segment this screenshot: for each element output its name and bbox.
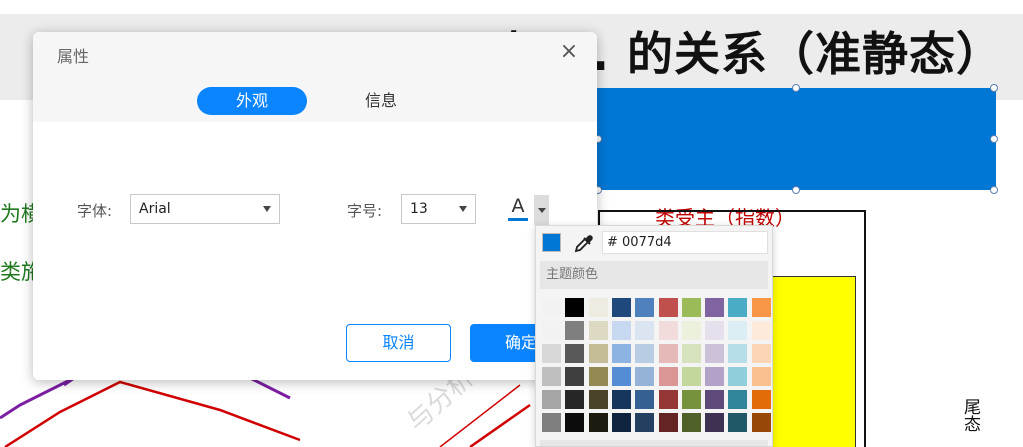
color-swatch[interactable] — [635, 344, 654, 363]
color-swatch[interactable] — [728, 390, 747, 409]
theme-colors-label: 主题颜色 — [540, 261, 768, 289]
close-icon[interactable]: × — [557, 41, 581, 65]
color-swatch[interactable] — [705, 367, 724, 386]
color-swatch[interactable] — [705, 390, 724, 409]
color-swatch[interactable] — [589, 390, 608, 409]
red-curve-right — [469, 403, 531, 447]
chevron-down-icon — [263, 206, 271, 212]
color-swatch[interactable] — [589, 321, 608, 340]
color-swatch[interactable] — [682, 321, 701, 340]
tab-appearance[interactable]: 外观 — [197, 87, 307, 115]
document-canvas: 态 ... 的关系（准静态） 为横 类施 类受主（指数） 尾态 与分析 属性 ×… — [0, 0, 1023, 447]
color-swatch[interactable] — [728, 367, 747, 386]
resize-handle-bottom-right[interactable] — [990, 186, 998, 194]
font-family-value: Arial — [139, 201, 171, 217]
color-swatch[interactable] — [589, 413, 608, 432]
color-swatch[interactable] — [589, 298, 608, 317]
resize-handle-top-right[interactable] — [990, 84, 998, 92]
color-swatch[interactable] — [542, 344, 561, 363]
dialog-header — [33, 32, 597, 122]
color-swatch[interactable] — [682, 367, 701, 386]
color-swatch[interactable] — [682, 390, 701, 409]
eyedropper-icon[interactable] — [572, 231, 596, 255]
color-swatch[interactable] — [542, 413, 561, 432]
color-swatch[interactable] — [705, 321, 724, 340]
color-swatch[interactable] — [542, 321, 561, 340]
font-color-dropdown-button[interactable] — [534, 195, 549, 225]
color-swatch[interactable] — [565, 390, 584, 409]
color-swatch[interactable] — [752, 390, 771, 409]
color-swatch[interactable] — [728, 298, 747, 317]
color-swatch[interactable] — [565, 413, 584, 432]
resize-handle-top[interactable] — [792, 84, 800, 92]
font-color-button[interactable]: A — [503, 195, 533, 225]
hex-color-input[interactable]: # 0077d4 — [602, 231, 768, 254]
color-swatch[interactable] — [612, 298, 631, 317]
color-swatch[interactable] — [728, 413, 747, 432]
color-swatch[interactable] — [752, 298, 771, 317]
color-swatch[interactable] — [705, 298, 724, 317]
font-color-indicator — [508, 218, 528, 221]
color-swatch[interactable] — [565, 298, 584, 317]
color-swatch[interactable] — [635, 390, 654, 409]
color-swatch[interactable] — [635, 413, 654, 432]
color-swatch[interactable] — [612, 413, 631, 432]
color-swatch[interactable] — [612, 367, 631, 386]
color-swatch[interactable] — [612, 321, 631, 340]
color-swatch[interactable] — [752, 321, 771, 340]
slide-yellow-box — [770, 276, 856, 447]
color-swatch[interactable] — [635, 321, 654, 340]
color-swatch[interactable] — [542, 390, 561, 409]
purple-curve-tail — [249, 376, 291, 400]
color-swatch[interactable] — [565, 344, 584, 363]
cancel-button[interactable]: 取消 — [346, 324, 451, 362]
color-swatch[interactable] — [682, 413, 701, 432]
color-swatch[interactable] — [589, 367, 608, 386]
color-swatch[interactable] — [752, 413, 771, 432]
font-family-label: 字体: — [77, 202, 113, 220]
color-swatch[interactable] — [728, 344, 747, 363]
current-color-swatch — [542, 233, 561, 252]
color-swatch[interactable] — [565, 321, 584, 340]
color-swatch[interactable] — [589, 344, 608, 363]
font-color-icon: A — [511, 195, 525, 217]
color-swatch[interactable] — [659, 413, 678, 432]
font-size-select[interactable]: 13 — [401, 194, 476, 224]
properties-dialog: 属性 × 外观 信息 字体: Arial 字号: 13 A 取消 确定 — [33, 32, 597, 380]
color-swatch[interactable] — [659, 321, 678, 340]
font-size-label: 字号: — [347, 202, 383, 220]
color-swatch[interactable] — [705, 344, 724, 363]
standard-colors-bar — [540, 440, 768, 446]
dialog-title: 属性 — [57, 47, 90, 66]
color-picker-panel: # 0077d4 主题颜色 — [535, 225, 773, 447]
font-size-value: 13 — [410, 201, 428, 217]
color-swatch[interactable] — [659, 344, 678, 363]
color-swatch[interactable] — [542, 367, 561, 386]
color-swatch[interactable] — [682, 344, 701, 363]
color-swatch[interactable] — [752, 344, 771, 363]
color-swatch[interactable] — [565, 367, 584, 386]
color-swatch[interactable] — [635, 367, 654, 386]
color-swatch[interactable] — [752, 367, 771, 386]
color-swatch[interactable] — [659, 390, 678, 409]
color-swatch[interactable] — [612, 344, 631, 363]
resize-handle-right[interactable] — [990, 135, 998, 143]
color-swatch[interactable] — [728, 321, 747, 340]
selected-shape[interactable] — [596, 88, 996, 190]
color-swatch[interactable] — [542, 298, 561, 317]
chevron-down-icon — [538, 208, 546, 213]
slide-vertical-label: 尾态 — [960, 398, 980, 432]
color-swatch[interactable] — [659, 367, 678, 386]
color-swatch[interactable] — [612, 390, 631, 409]
tab-info[interactable]: 信息 — [343, 87, 419, 115]
color-swatch[interactable] — [705, 413, 724, 432]
color-swatch[interactable] — [635, 298, 654, 317]
color-swatch[interactable] — [682, 298, 701, 317]
chevron-down-icon — [459, 206, 467, 212]
resize-handle-bottom[interactable] — [792, 186, 800, 194]
font-family-select[interactable]: Arial — [130, 194, 280, 224]
color-swatch[interactable] — [659, 298, 678, 317]
